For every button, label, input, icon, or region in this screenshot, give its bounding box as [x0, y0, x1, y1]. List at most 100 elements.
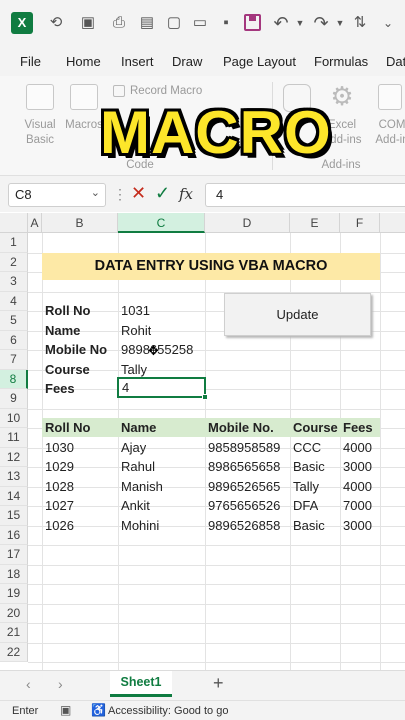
fill-handle[interactable] — [202, 394, 208, 400]
accessibility-status[interactable]: Accessibility: Good to go — [108, 705, 228, 717]
table-cell-fees[interactable]: 3000 — [340, 457, 372, 476]
menu-home[interactable]: Home — [66, 54, 101, 69]
row-header-16[interactable]: 16 — [0, 525, 28, 545]
table-cell-course[interactable]: CCC — [290, 438, 321, 457]
name-box[interactable]: C8 ⌄ — [8, 183, 106, 207]
row-header-19[interactable]: 19 — [0, 584, 28, 604]
table-cell-name[interactable]: Ankit — [118, 496, 150, 515]
menu-draw[interactable]: Draw — [172, 54, 202, 69]
redo-dropdown-icon[interactable]: ▼ — [330, 13, 350, 33]
table-cell-fees[interactable]: 4000 — [340, 477, 372, 496]
record-macro-button[interactable]: Record Macro — [130, 84, 202, 99]
form-value-name[interactable]: Rohit — [118, 321, 151, 340]
save-icon[interactable]: ▪ — [216, 13, 236, 33]
sheet-title-cell[interactable]: DATA ENTRY USING VBA MACRO — [42, 253, 380, 280]
row-header-12[interactable]: 12 — [0, 447, 28, 467]
row-header-6[interactable]: 6 — [0, 330, 28, 350]
select-all-corner[interactable] — [0, 213, 28, 233]
table-cell-roll-no[interactable]: 1026 — [42, 516, 74, 535]
customize-toolbar-icon[interactable]: ⌄ — [378, 13, 398, 33]
row-header-13[interactable]: 13 — [0, 467, 28, 487]
visual-basic-button[interactable]: Visual Basic — [18, 118, 62, 148]
folder-icon[interactable]: ▭ — [190, 13, 210, 33]
sheet-tab-sheet1[interactable]: Sheet1 — [110, 671, 172, 697]
column-header-c[interactable]: C — [118, 213, 205, 233]
more-icon[interactable]: ⋮ — [113, 186, 127, 203]
previous-sheet-icon[interactable]: ‹ — [26, 676, 31, 692]
row-header-8[interactable]: 8 — [0, 369, 28, 389]
row-header-14[interactable]: 14 — [0, 486, 28, 506]
row-header-22[interactable]: 22 — [0, 642, 28, 662]
column-header-e[interactable]: E — [290, 213, 340, 233]
table-cell-mobile-no[interactable]: 9858958589 — [205, 438, 280, 457]
column-header-g[interactable] — [380, 213, 405, 233]
column-header-b[interactable]: B — [42, 213, 118, 233]
table-cell-name[interactable]: Manish — [118, 477, 163, 496]
column-header-d[interactable]: D — [205, 213, 290, 233]
row-header-3[interactable]: 3 — [0, 272, 28, 292]
cancel-icon[interactable]: ✕ — [131, 183, 146, 204]
table-cell-mobile-no[interactable]: 8986565658 — [205, 457, 280, 476]
table-cell-mobile-no[interactable]: 9896526565 — [205, 477, 280, 496]
row-header-2[interactable]: 2 — [0, 252, 28, 272]
row-header-21[interactable]: 21 — [0, 623, 28, 643]
print-preview-icon[interactable]: ▤ — [137, 13, 157, 33]
column-header-f[interactable]: F — [340, 213, 380, 233]
table-cell-course[interactable]: Tally — [290, 477, 319, 496]
table-cell-name[interactable]: Ajay — [118, 438, 146, 457]
row-header-1[interactable]: 1 — [0, 233, 28, 253]
menu-file[interactable]: File — [20, 54, 41, 69]
row-header-20[interactable]: 20 — [0, 603, 28, 623]
macro-record-icon[interactable]: ▣ — [60, 703, 71, 717]
table-cell-roll-no[interactable]: 1029 — [42, 457, 74, 476]
insert-function-icon[interactable]: fx — [179, 185, 193, 203]
active-cell-c8[interactable]: 4 — [117, 377, 208, 400]
row-header-10[interactable]: 10 — [0, 408, 28, 428]
formula-input[interactable]: 4 — [205, 183, 405, 207]
sort-icon[interactable]: ⇅ — [350, 13, 370, 33]
menu-formulas[interactable]: Formulas — [314, 54, 368, 69]
new-document-icon[interactable]: ▢ — [164, 13, 184, 33]
print-icon[interactable]: ⎙ — [109, 13, 129, 33]
row-header-11[interactable]: 11 — [0, 428, 28, 448]
form-value-fees[interactable]: 4 — [119, 379, 204, 396]
column-header-a[interactable]: A — [28, 213, 42, 233]
table-cell-fees[interactable]: 4000 — [340, 438, 372, 457]
undo-icon[interactable]: ↶ — [271, 13, 291, 33]
autosave-icon[interactable]: ⟲ — [46, 13, 66, 33]
row-header-5[interactable]: 5 — [0, 311, 28, 331]
row-header-4[interactable]: 4 — [0, 291, 28, 311]
undo-dropdown-icon[interactable]: ▼ — [290, 13, 310, 33]
menu-page-layout[interactable]: Page Layout — [223, 54, 296, 69]
redo-icon[interactable]: ↷ — [311, 13, 331, 33]
table-cell-roll-no[interactable]: 1027 — [42, 496, 74, 515]
accessibility-icon[interactable]: ♿ — [91, 703, 106, 717]
table-cell-course[interactable]: Basic — [290, 516, 325, 535]
table-cell-mobile-no[interactable]: 9765656526 — [205, 496, 280, 515]
table-cell-fees[interactable]: 3000 — [340, 516, 372, 535]
form-value-roll-no[interactable]: 1031 — [118, 301, 150, 320]
row-header-15[interactable]: 15 — [0, 506, 28, 526]
menu-data[interactable]: Dat — [386, 54, 405, 69]
row-header-7[interactable]: 7 — [0, 350, 28, 370]
chevron-down-icon[interactable]: ⌄ — [91, 186, 100, 199]
table-cell-name[interactable]: Rahul — [118, 457, 155, 476]
save-icon-shape[interactable] — [244, 14, 261, 31]
menu-insert[interactable]: Insert — [121, 54, 154, 69]
table-cell-roll-no[interactable]: 1030 — [42, 438, 74, 457]
row-header-17[interactable]: 17 — [0, 545, 28, 565]
table-cell-mobile-no[interactable]: 9896526858 — [205, 516, 280, 535]
image-icon[interactable]: ▣ — [78, 13, 98, 33]
form-value-course[interactable]: Tally — [118, 360, 147, 379]
table-cell-roll-no[interactable]: 1028 — [42, 477, 74, 496]
table-cell-name[interactable]: Mohini — [118, 516, 159, 535]
enter-icon[interactable]: ✓ — [155, 183, 170, 204]
table-cell-course[interactable]: DFA — [290, 496, 318, 515]
row-header-18[interactable]: 18 — [0, 564, 28, 584]
add-sheet-icon[interactable]: + — [213, 673, 224, 694]
table-cell-course[interactable]: Basic — [290, 457, 325, 476]
com-add-ins-button[interactable]: COM Add-in — [372, 118, 405, 148]
next-sheet-icon[interactable]: › — [58, 676, 63, 692]
row-header-9[interactable]: 9 — [0, 389, 28, 409]
worksheet-grid[interactable]: A B C D E F 1 2 3 4 5 6 7 8 9 10 11 12 13 14 15 16 17 18 1… — [0, 213, 405, 670]
